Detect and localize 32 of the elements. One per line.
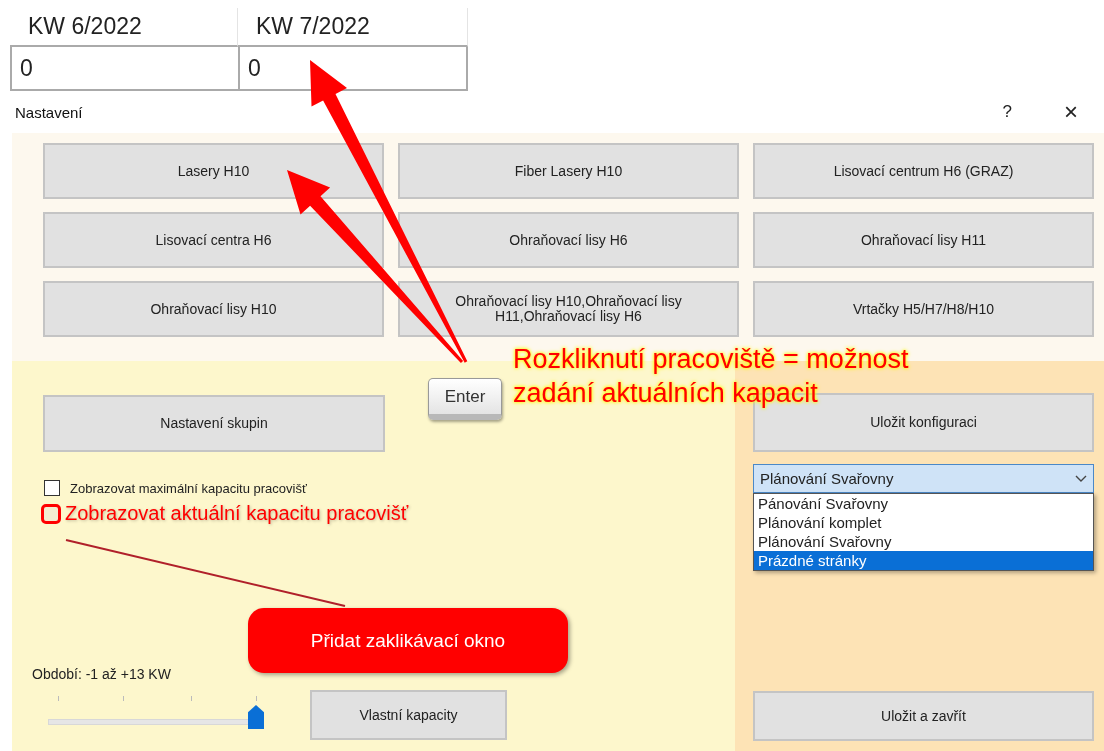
column-header: KW 7/2022 bbox=[238, 8, 468, 47]
period-label: Období: -1 až +13 KW bbox=[32, 666, 171, 682]
enter-key: Enter bbox=[428, 378, 502, 420]
column-header: KW 6/2022 bbox=[10, 8, 238, 47]
workplace-button[interactable]: Ohraňovací lisy H10,Ohraňovací lisy H11,Ohraňovací lisy H6 bbox=[398, 281, 739, 337]
dropdown-option[interactable]: Plánování Svařovny bbox=[754, 532, 1093, 551]
dropdown[interactable]: Plánování Svařovny bbox=[753, 464, 1094, 493]
callout: Přidat zaklikávací okno bbox=[248, 608, 568, 673]
workplace-button[interactable]: Lisovací centra H6 bbox=[43, 212, 384, 268]
workplace-button[interactable]: Lisovací centrum H6 (GRAZ) bbox=[753, 143, 1094, 199]
checkbox[interactable] bbox=[44, 480, 60, 496]
workplace-button[interactable]: Lasery H10 bbox=[43, 143, 384, 199]
close-button[interactable]: × bbox=[1060, 98, 1082, 126]
chevron-icon bbox=[1075, 474, 1087, 483]
group-settings-button[interactable]: Nastavení skupin bbox=[43, 395, 385, 452]
workplace-button[interactable]: Vrtačky H5/H7/H8/H10 bbox=[753, 281, 1094, 337]
workplace-button[interactable]: Ohraňovací lisy H10 bbox=[43, 281, 384, 337]
dropdown-option[interactable]: Plánování komplet bbox=[754, 513, 1093, 532]
table-cell: 0 bbox=[10, 47, 238, 91]
dropdown-option[interactable]: Pánování Svařovny bbox=[754, 494, 1093, 513]
checkbox-marker-icon bbox=[41, 503, 61, 524]
help-button[interactable]: ? bbox=[998, 102, 1016, 122]
custom-capacity-button[interactable]: Vlastní kapacity bbox=[310, 690, 507, 740]
annotation-text: Zobrazovat aktuální kapacitu pracovišť bbox=[65, 502, 409, 525]
checkbox-label: Zobrazovat maximální kapacitu pracovišť bbox=[70, 480, 307, 496]
dialog-title: Nastavení bbox=[15, 103, 84, 121]
dropdown-option[interactable]: Prázdné stránky bbox=[754, 551, 1093, 570]
save-close-button[interactable]: Uložit a zavřít bbox=[753, 691, 1094, 741]
slider-thumb[interactable] bbox=[248, 705, 264, 729]
workplace-button[interactable]: Fiber Lasery H10 bbox=[398, 143, 739, 199]
workplace-button[interactable]: Ohraňovací lisy H6 bbox=[398, 212, 739, 268]
workplace-button[interactable]: Ohraňovací lisy H11 bbox=[753, 212, 1094, 268]
